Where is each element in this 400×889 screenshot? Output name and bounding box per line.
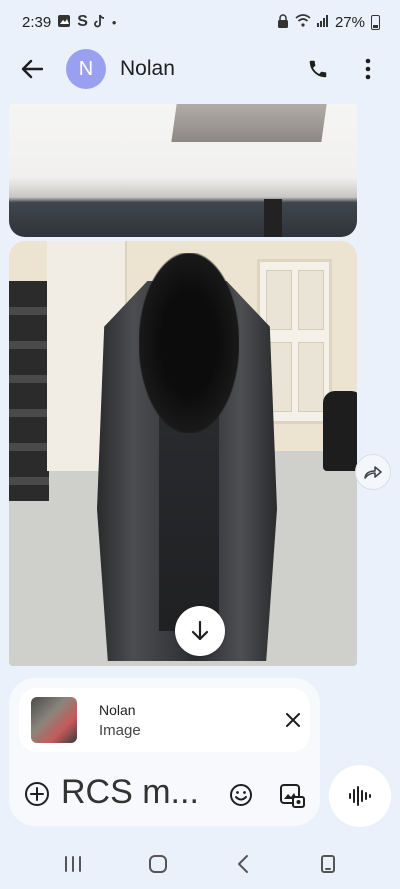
- back-arrow-icon: [21, 59, 43, 79]
- photo-tires: [9, 281, 49, 501]
- status-bar: 2:39 S • 27%: [0, 0, 400, 44]
- gallery-icon: [280, 784, 305, 808]
- battery-percent: 27%: [334, 13, 365, 31]
- message-input[interactable]: RCS m...: [61, 770, 211, 814]
- back-nav-button[interactable]: [223, 844, 263, 884]
- status-left: 2:39 S •: [22, 13, 116, 31]
- status-right: 27%: [277, 14, 380, 31]
- voice-wave-icon: [349, 786, 371, 806]
- attachment-preview[interactable]: Nolan Image: [19, 688, 310, 752]
- more-options-button[interactable]: [352, 53, 384, 85]
- photo-awning: [171, 104, 327, 142]
- dot-icon: •: [111, 14, 117, 30]
- back-button[interactable]: [16, 53, 48, 85]
- compose-card: Nolan Image RCS m...: [9, 678, 320, 826]
- phone-icon: [309, 60, 327, 78]
- voice-message-button[interactable]: [329, 765, 391, 827]
- gallery-button[interactable]: [277, 781, 307, 811]
- back-icon: [237, 854, 248, 873]
- image-icon: [57, 14, 71, 31]
- emoji-button[interactable]: [227, 781, 255, 809]
- photo-fur-collar: [139, 253, 239, 433]
- forward-button[interactable]: [355, 454, 391, 490]
- screenshot-icon: [320, 854, 335, 873]
- add-button[interactable]: [23, 780, 51, 808]
- photo-stand: [264, 199, 282, 237]
- scroll-to-bottom-button[interactable]: [175, 606, 225, 656]
- call-button[interactable]: [302, 53, 334, 85]
- more-vert-icon: [365, 58, 371, 80]
- s-icon: S: [77, 13, 88, 30]
- image-message-coat[interactable]: [9, 241, 357, 666]
- attachment-thumbnail: [31, 697, 77, 743]
- image-message-top[interactable]: [9, 104, 357, 237]
- contact-name[interactable]: Nolan: [120, 57, 302, 81]
- home-icon: [148, 854, 167, 873]
- remove-attachment-button[interactable]: [281, 708, 305, 732]
- system-nav-bar: [0, 838, 400, 889]
- forward-share-icon: [364, 466, 382, 479]
- recents-icon: [64, 855, 81, 872]
- lock-icon: [277, 13, 289, 31]
- attachment-sender: Nolan: [99, 702, 136, 718]
- status-time: 2:39: [22, 13, 52, 31]
- add-circle-icon: [25, 782, 49, 806]
- screenshot-button[interactable]: [308, 844, 348, 884]
- conversation-header: N Nolan: [0, 44, 400, 94]
- scroll-down-arrow-icon: [191, 621, 209, 641]
- photo-trash-bag: [323, 391, 357, 471]
- close-icon: [286, 713, 300, 727]
- attachment-type: Image: [99, 722, 141, 739]
- wifi-icon: [295, 14, 311, 30]
- battery-icon: [371, 14, 380, 30]
- emoji-icon: [230, 784, 252, 806]
- recents-button[interactable]: [53, 844, 93, 884]
- avatar[interactable]: N: [66, 49, 106, 89]
- signal-icon: [316, 14, 329, 30]
- tiktok-icon: [94, 14, 106, 31]
- home-button[interactable]: [138, 844, 178, 884]
